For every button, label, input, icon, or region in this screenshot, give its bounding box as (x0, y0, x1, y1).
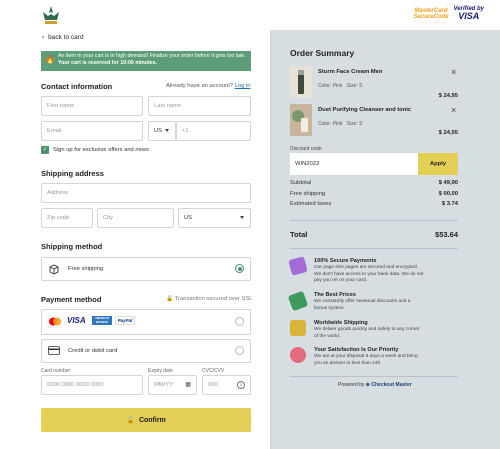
subtotal-label: Subtotal (290, 180, 312, 186)
newsletter-label: Sign up for exclusive offers and news (53, 147, 149, 153)
remove-item-icon[interactable]: × (451, 106, 456, 115)
phone-country-select[interactable]: US (148, 121, 176, 141)
brand-logo-icon[interactable] (40, 4, 62, 26)
remove-item-icon[interactable]: × (451, 68, 456, 77)
feature-text: We deliver goods quickly and safely to a… (314, 327, 420, 339)
address-input[interactable]: Address (41, 183, 251, 203)
expiry-input[interactable]: MM/YY ▦ (148, 375, 197, 395)
discount-label: Discount code (290, 146, 322, 152)
total-label: Total (290, 230, 308, 239)
cvc-label: CVC/CVV (202, 368, 225, 374)
newsletter-checkbox[interactable]: ✓ (41, 146, 49, 154)
login-hint: Already have an account? Log in (166, 83, 251, 89)
calendar-icon: ▦ (185, 382, 191, 388)
feature-text: Our page size pages are secured and encr… (314, 265, 424, 283)
checkout-master-logo[interactable]: ⊕ Checkout Master (366, 382, 412, 388)
email-input[interactable]: Email (41, 121, 143, 141)
shipping-value: $ 00,00 (438, 191, 458, 197)
satisfaction-icon (290, 347, 306, 363)
feature-title: The Best Prices (314, 292, 356, 298)
divider (290, 220, 458, 221)
product-name: Duet Purifying Cleanser and tonic (318, 107, 412, 113)
feature-title: 100% Secure Payments (314, 258, 377, 264)
shipping-label: Free shipping (290, 191, 326, 197)
product-price: $ 24,95 (438, 93, 458, 99)
shipping-address-title: Shipping address (41, 169, 104, 178)
card-number-label: Card number (41, 368, 71, 374)
high-demand-alert: 🔥 An item in your cart is in high demand… (41, 51, 251, 71)
login-link[interactable]: Log in (235, 83, 251, 89)
verified-by-visa-badge: Verified by VISA (453, 6, 484, 21)
product-variant: Color: Pink Size: S (318, 83, 363, 89)
product-image (290, 104, 312, 136)
product-image (290, 66, 312, 98)
ssl-note: 🔒 Transaction secured over SSL (166, 296, 253, 302)
apply-button[interactable]: Apply (418, 153, 458, 175)
product-price: $ 24,95 (438, 130, 458, 136)
credit-card-radio[interactable] (235, 346, 244, 355)
taxes-label: Estimated taxes (290, 201, 332, 207)
back-to-card-link[interactable]: ‹ back to card (42, 34, 84, 41)
divider (290, 376, 458, 377)
mastercard-icon (49, 317, 61, 326)
dropdown-arrow-icon (165, 129, 169, 132)
feature-text: We constantly offer seasonal discounts a… (314, 299, 411, 311)
confirm-button[interactable]: 🔒 Confirm (41, 408, 251, 432)
package-icon (49, 264, 59, 275)
feature-title: Your Satisfaction Is Our Priority (314, 347, 399, 353)
first-name-input[interactable]: First name (41, 96, 143, 116)
product-variant: Color: Pink Size: S (318, 121, 363, 127)
card-brands-radio[interactable] (235, 317, 244, 326)
subtotal-value: $ 49,90 (438, 180, 458, 186)
feature-text: We are at your disposal 6 days a week an… (314, 354, 418, 366)
divider (290, 248, 458, 249)
lock-icon: 🔒 (126, 417, 135, 424)
mastercard-securecode-badge: MasterCard SecureCode (413, 7, 449, 20)
product-name: Sturm Face Cream Men (318, 69, 383, 75)
zip-code-input[interactable]: Zip code (41, 208, 93, 228)
shipping-method-title: Shipping method (41, 242, 103, 251)
taxes-value: $ 3.74 (441, 201, 458, 207)
expiry-label: Expiry date (148, 368, 174, 374)
chevron-left-icon: ‹ (42, 34, 45, 41)
cvc-input[interactable]: 000 i (202, 375, 251, 395)
visa-logo: VISA (67, 316, 86, 325)
free-shipping-label: Free shipping (68, 266, 104, 272)
contact-title: Contact information (41, 82, 113, 91)
worldwide-shipping-icon (290, 320, 306, 336)
fire-icon: 🔥 (45, 55, 55, 64)
lock-icon: 🔒 (166, 296, 174, 302)
discount-code-input[interactable]: WIN2023 (290, 153, 418, 175)
payment-method-title: Payment method (41, 295, 102, 304)
order-summary-title: Order Summary (290, 48, 355, 58)
credit-card-icon (48, 346, 60, 355)
card-number-input[interactable]: 0000 0000 0000 0000 (41, 375, 143, 395)
amex-logo: AMERICAN EXPRESS (92, 316, 112, 325)
free-shipping-radio[interactable] (235, 264, 244, 273)
country-select[interactable]: US (178, 208, 251, 228)
info-icon[interactable]: i (237, 381, 245, 389)
paypal-logo: PayPal (115, 316, 135, 325)
total-value: $53.64 (435, 230, 458, 239)
last-name-input[interactable]: Last name (148, 96, 251, 116)
security-badges: MasterCard SecureCode Verified by VISA (414, 6, 484, 21)
city-input[interactable]: City (97, 208, 174, 228)
dropdown-arrow-icon (240, 216, 244, 219)
feature-title: Worldwide Shipping (314, 320, 368, 326)
phone-input[interactable]: +1 (176, 121, 251, 141)
top-bar: MasterCard SecureCode Verified by VISA (0, 0, 500, 30)
powered-by: Powered by ⊕ Checkout Master (338, 382, 412, 388)
credit-card-label: Credit or debit card (68, 348, 118, 354)
